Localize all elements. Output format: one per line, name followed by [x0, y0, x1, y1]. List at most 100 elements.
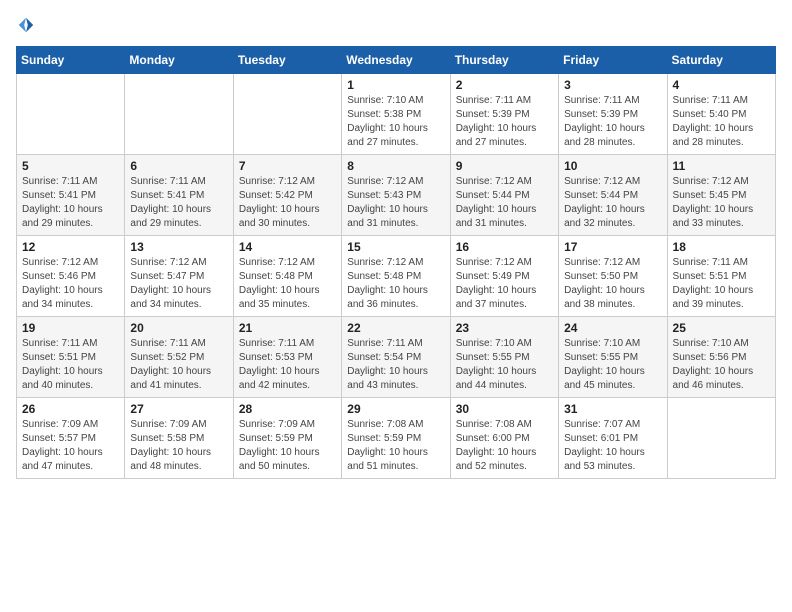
day-number: 15	[347, 240, 444, 254]
day-info: Sunrise: 7:12 AM Sunset: 5:47 PM Dayligh…	[130, 256, 227, 312]
day-info: Sunrise: 7:11 AM Sunset: 5:51 PM Dayligh…	[22, 337, 119, 393]
calendar-cell: 17 Sunrise: 7:12 AM Sunset: 5:50 PM Dayli…	[559, 236, 667, 317]
calendar-cell: 15 Sunrise: 7:12 AM Sunset: 5:48 PM Dayli…	[342, 236, 450, 317]
logo	[16, 16, 35, 34]
day-info: Sunrise: 7:12 AM Sunset: 5:48 PM Dayligh…	[347, 256, 444, 312]
day-info: Sunrise: 7:12 AM Sunset: 5:48 PM Dayligh…	[239, 256, 336, 312]
page-header	[16, 16, 776, 34]
day-info: Sunrise: 7:12 AM Sunset: 5:42 PM Dayligh…	[239, 175, 336, 231]
calendar-cell: 26 Sunrise: 7:09 AM Sunset: 5:57 PM Dayli…	[17, 398, 125, 479]
day-info: Sunrise: 7:12 AM Sunset: 5:45 PM Dayligh…	[673, 175, 770, 231]
calendar-cell: 28 Sunrise: 7:09 AM Sunset: 5:59 PM Dayli…	[233, 398, 341, 479]
day-number: 2	[456, 78, 553, 92]
week-row-2: 5 Sunrise: 7:11 AM Sunset: 5:41 PM Daylig…	[17, 155, 776, 236]
day-number: 9	[456, 159, 553, 173]
calendar-cell: 19 Sunrise: 7:11 AM Sunset: 5:51 PM Dayli…	[17, 317, 125, 398]
day-number: 1	[347, 78, 444, 92]
calendar-cell: 18Sunrise: 7:11 AM Sunset: 5:51 PM Dayli…	[667, 236, 775, 317]
calendar-cell: 6Sunrise: 7:11 AM Sunset: 5:41 PM Daylig…	[125, 155, 233, 236]
day-number: 25	[673, 321, 770, 335]
day-header-saturday: Saturday	[667, 47, 775, 74]
day-info: Sunrise: 7:11 AM Sunset: 5:52 PM Dayligh…	[130, 337, 227, 393]
day-info: Sunrise: 7:10 AM Sunset: 5:55 PM Dayligh…	[456, 337, 553, 393]
day-number: 14	[239, 240, 336, 254]
day-number: 13	[130, 240, 227, 254]
calendar-header-row: SundayMondayTuesdayWednesdayThursdayFrid…	[17, 47, 776, 74]
day-header-monday: Monday	[125, 47, 233, 74]
day-number: 5	[22, 159, 119, 173]
calendar-cell: 5 Sunrise: 7:11 AM Sunset: 5:41 PM Daylig…	[17, 155, 125, 236]
calendar-cell	[17, 74, 125, 155]
calendar-cell: 23 Sunrise: 7:10 AM Sunset: 5:55 PM Dayli…	[450, 317, 558, 398]
calendar-table: SundayMondayTuesdayWednesdayThursdayFrid…	[16, 46, 776, 479]
logo-icon	[17, 16, 35, 34]
day-info: Sunrise: 7:09 AM Sunset: 5:59 PM Dayligh…	[239, 418, 336, 474]
day-number: 3	[564, 78, 661, 92]
day-number: 24	[564, 321, 661, 335]
day-info: Sunrise: 7:11 AM Sunset: 5:40 PM Dayligh…	[673, 94, 770, 150]
day-number: 27	[130, 402, 227, 416]
calendar-cell: 7 Sunrise: 7:12 AM Sunset: 5:42 PM Daylig…	[233, 155, 341, 236]
day-info: Sunrise: 7:12 AM Sunset: 5:50 PM Dayligh…	[564, 256, 661, 312]
calendar-cell: 22 Sunrise: 7:11 AM Sunset: 5:54 PM Dayli…	[342, 317, 450, 398]
day-info: Sunrise: 7:08 AM Sunset: 6:00 PM Dayligh…	[456, 418, 553, 474]
calendar-cell: 30 Sunrise: 7:08 AM Sunset: 6:00 PM Dayli…	[450, 398, 558, 479]
calendar-cell: 3 Sunrise: 7:11 AM Sunset: 5:39 PM Daylig…	[559, 74, 667, 155]
calendar-cell: 25 Sunrise: 7:10 AM Sunset: 5:56 PM Dayli…	[667, 317, 775, 398]
calendar-cell: 8Sunrise: 7:12 AM Sunset: 5:43 PM Daylig…	[342, 155, 450, 236]
calendar-cell: 1 Sunrise: 7:10 AM Sunset: 5:38 PM Daylig…	[342, 74, 450, 155]
calendar-cell: 20 Sunrise: 7:11 AM Sunset: 5:52 PM Dayli…	[125, 317, 233, 398]
calendar-cell: 11 Sunrise: 7:12 AM Sunset: 5:45 PM Dayli…	[667, 155, 775, 236]
calendar-cell: 4 Sunrise: 7:11 AM Sunset: 5:40 PM Daylig…	[667, 74, 775, 155]
day-number: 20	[130, 321, 227, 335]
day-info: Sunrise: 7:12 AM Sunset: 5:44 PM Dayligh…	[564, 175, 661, 231]
day-number: 12	[22, 240, 119, 254]
day-info: Sunrise: 7:11 AM Sunset: 5:41 PM Dayligh…	[22, 175, 119, 231]
day-number: 8	[347, 159, 444, 173]
day-info: Sunrise: 7:11 AM Sunset: 5:41 PM Dayligh…	[130, 175, 227, 231]
calendar-cell: 10 Sunrise: 7:12 AM Sunset: 5:44 PM Dayli…	[559, 155, 667, 236]
day-info: Sunrise: 7:12 AM Sunset: 5:49 PM Dayligh…	[456, 256, 553, 312]
day-number: 7	[239, 159, 336, 173]
day-info: Sunrise: 7:10 AM Sunset: 5:38 PM Dayligh…	[347, 94, 444, 150]
day-number: 23	[456, 321, 553, 335]
day-number: 21	[239, 321, 336, 335]
calendar-cell	[667, 398, 775, 479]
day-info: Sunrise: 7:11 AM Sunset: 5:39 PM Dayligh…	[456, 94, 553, 150]
day-number: 11	[673, 159, 770, 173]
day-number: 17	[564, 240, 661, 254]
calendar-cell: 9Sunrise: 7:12 AM Sunset: 5:44 PM Daylig…	[450, 155, 558, 236]
day-info: Sunrise: 7:09 AM Sunset: 5:57 PM Dayligh…	[22, 418, 119, 474]
week-row-5: 26 Sunrise: 7:09 AM Sunset: 5:57 PM Dayli…	[17, 398, 776, 479]
day-info: Sunrise: 7:11 AM Sunset: 5:39 PM Dayligh…	[564, 94, 661, 150]
day-info: Sunrise: 7:11 AM Sunset: 5:53 PM Dayligh…	[239, 337, 336, 393]
day-number: 30	[456, 402, 553, 416]
day-info: Sunrise: 7:11 AM Sunset: 5:54 PM Dayligh…	[347, 337, 444, 393]
week-row-4: 19 Sunrise: 7:11 AM Sunset: 5:51 PM Dayli…	[17, 317, 776, 398]
day-info: Sunrise: 7:10 AM Sunset: 5:56 PM Dayligh…	[673, 337, 770, 393]
day-info: Sunrise: 7:08 AM Sunset: 5:59 PM Dayligh…	[347, 418, 444, 474]
calendar-cell: 27 Sunrise: 7:09 AM Sunset: 5:58 PM Dayli…	[125, 398, 233, 479]
day-info: Sunrise: 7:09 AM Sunset: 5:58 PM Dayligh…	[130, 418, 227, 474]
day-info: Sunrise: 7:07 AM Sunset: 6:01 PM Dayligh…	[564, 418, 661, 474]
day-header-tuesday: Tuesday	[233, 47, 341, 74]
day-number: 19	[22, 321, 119, 335]
calendar-cell: 21 Sunrise: 7:11 AM Sunset: 5:53 PM Dayli…	[233, 317, 341, 398]
day-header-thursday: Thursday	[450, 47, 558, 74]
day-number: 22	[347, 321, 444, 335]
day-number: 10	[564, 159, 661, 173]
week-row-3: 12 Sunrise: 7:12 AM Sunset: 5:46 PM Dayli…	[17, 236, 776, 317]
calendar-cell: 13 Sunrise: 7:12 AM Sunset: 5:47 PM Dayli…	[125, 236, 233, 317]
day-header-sunday: Sunday	[17, 47, 125, 74]
day-number: 26	[22, 402, 119, 416]
day-number: 31	[564, 402, 661, 416]
day-info: Sunrise: 7:10 AM Sunset: 5:55 PM Dayligh…	[564, 337, 661, 393]
day-number: 28	[239, 402, 336, 416]
calendar-cell	[125, 74, 233, 155]
day-number: 4	[673, 78, 770, 92]
calendar-cell: 29Sunrise: 7:08 AM Sunset: 5:59 PM Dayli…	[342, 398, 450, 479]
week-row-1: 1 Sunrise: 7:10 AM Sunset: 5:38 PM Daylig…	[17, 74, 776, 155]
day-header-friday: Friday	[559, 47, 667, 74]
day-info: Sunrise: 7:12 AM Sunset: 5:46 PM Dayligh…	[22, 256, 119, 312]
calendar-cell: 16Sunrise: 7:12 AM Sunset: 5:49 PM Dayli…	[450, 236, 558, 317]
